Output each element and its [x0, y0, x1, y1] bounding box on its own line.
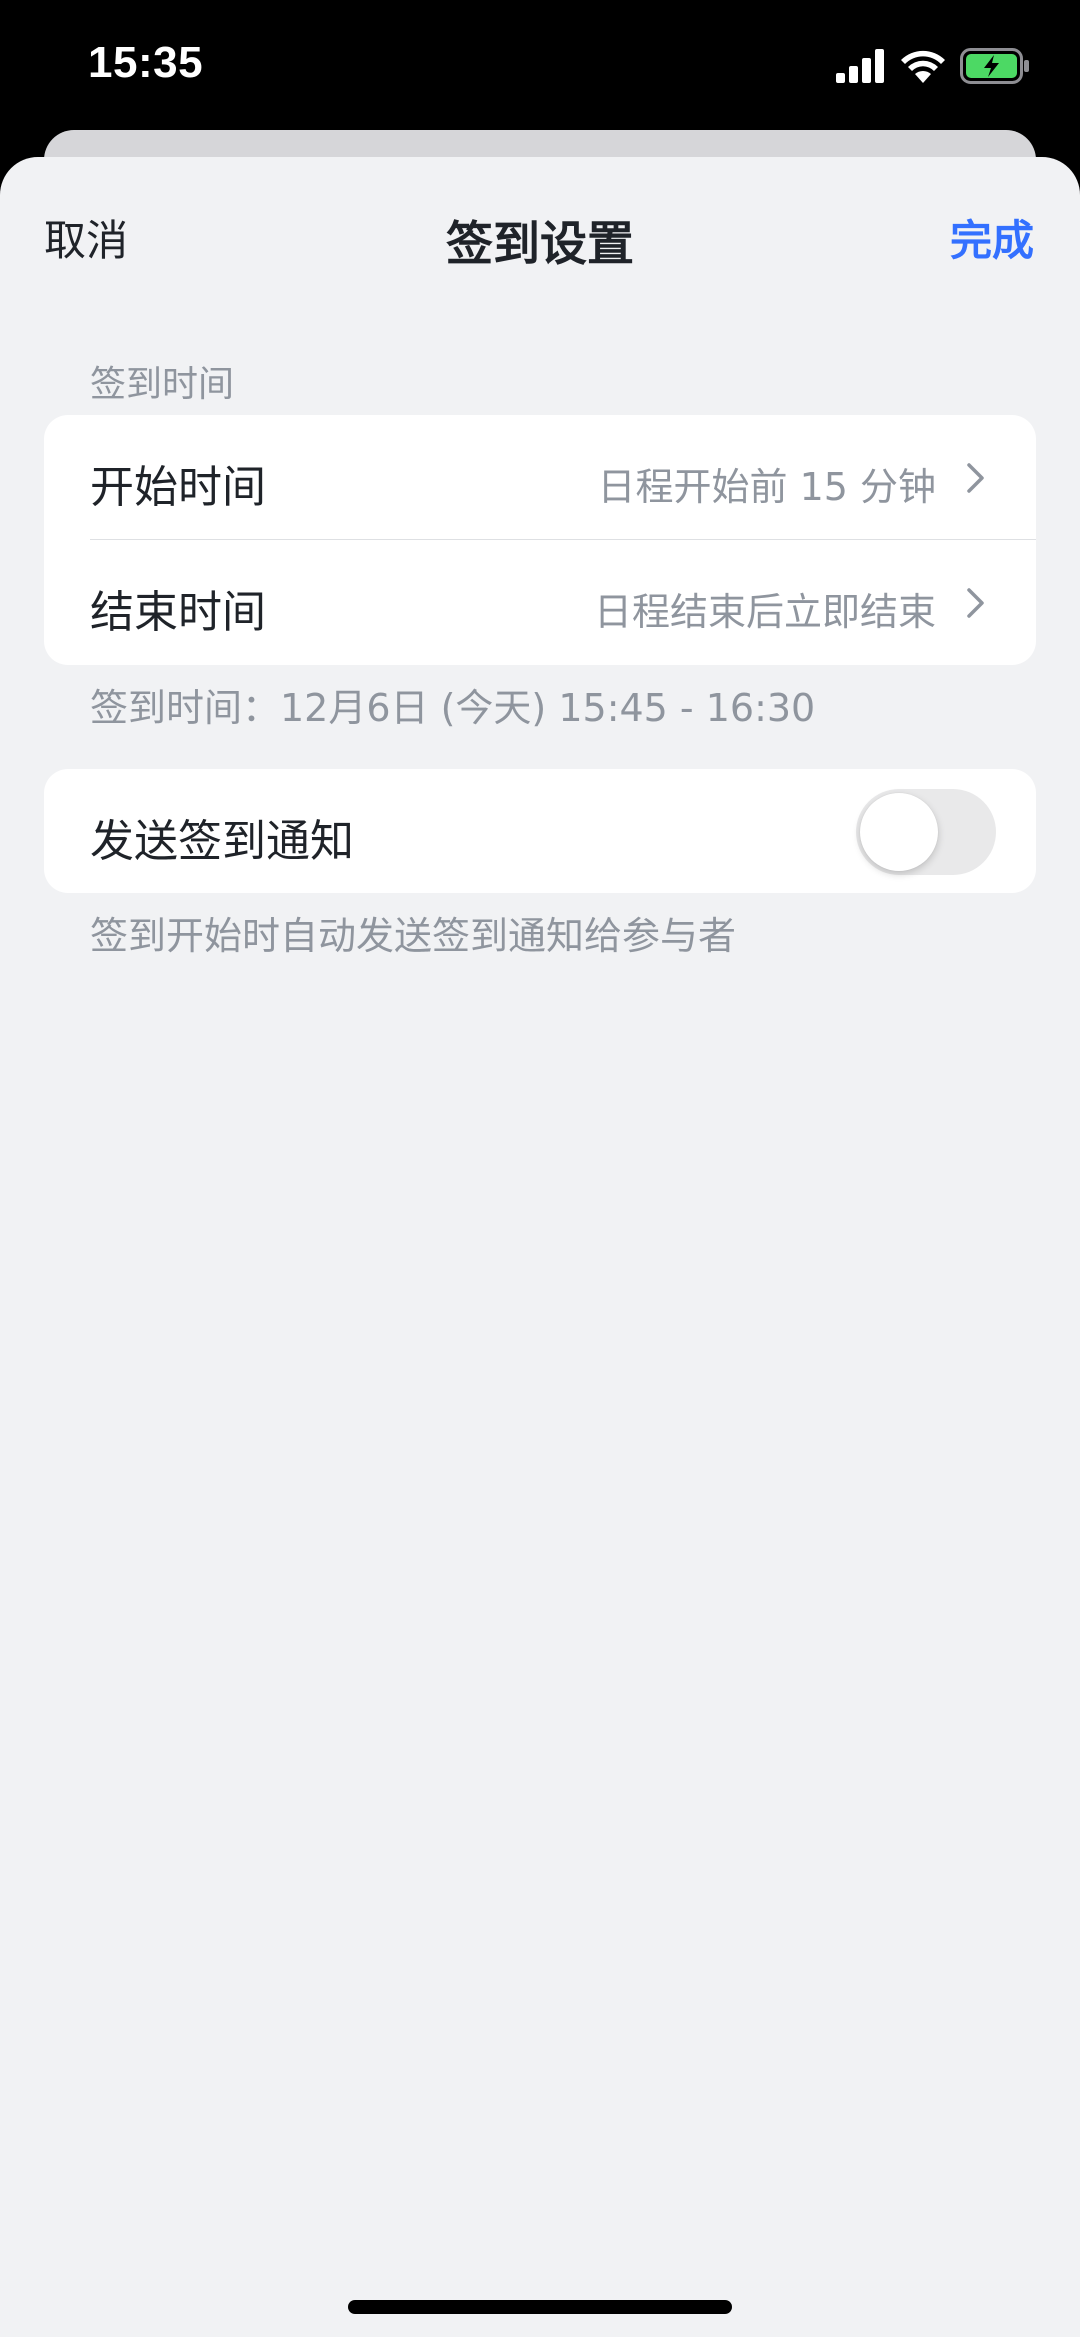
- start-time-value: 日程开始前 15 分钟: [597, 465, 936, 509]
- send-notification-toggle[interactable]: [856, 789, 996, 875]
- chevron-right-icon: [967, 463, 984, 493]
- end-time-value: 日程结束后立即结束: [593, 590, 936, 634]
- end-time-row[interactable]: 结束时间 日程结束后立即结束: [44, 540, 1036, 664]
- battery-charging-icon: [960, 48, 1029, 84]
- end-time-label: 结束时间: [90, 587, 266, 638]
- send-notification-description: 签到开始时自动发送签到通知给参与者: [90, 914, 737, 958]
- done-button[interactable]: 完成: [950, 207, 1034, 268]
- navigation-bar: 取消 签到设置 完成: [0, 157, 1080, 317]
- checkin-time-summary: 签到时间：12月6日 (今天) 15:45 - 16:30: [90, 686, 816, 730]
- checkin-time-card: 开始时间 日程开始前 15 分钟 结束时间 日程结束后立即结束: [44, 415, 1036, 665]
- signal-icon: [836, 49, 884, 83]
- start-time-label: 开始时间: [90, 462, 266, 513]
- send-notification-label: 发送签到通知: [90, 816, 354, 867]
- page-title: 签到设置: [446, 217, 634, 272]
- chevron-right-icon: [967, 588, 984, 618]
- checkin-settings-sheet: 取消 签到设置 完成 签到时间 开始时间 日程开始前 15 分钟 结束时间 日程…: [0, 157, 1080, 2337]
- toggle-knob: [860, 793, 938, 871]
- checkin-time-section-header: 签到时间: [90, 364, 235, 405]
- status-bar: 15:35: [0, 0, 1080, 130]
- wifi-icon: [901, 50, 945, 83]
- send-notification-row: 发送签到通知: [44, 769, 1036, 893]
- send-notification-card: 发送签到通知: [44, 769, 1036, 893]
- status-time: 15:35: [88, 38, 204, 87]
- start-time-row[interactable]: 开始时间 日程开始前 15 分钟: [44, 415, 1036, 540]
- status-icons: [836, 48, 1030, 84]
- home-indicator[interactable]: [348, 2300, 732, 2314]
